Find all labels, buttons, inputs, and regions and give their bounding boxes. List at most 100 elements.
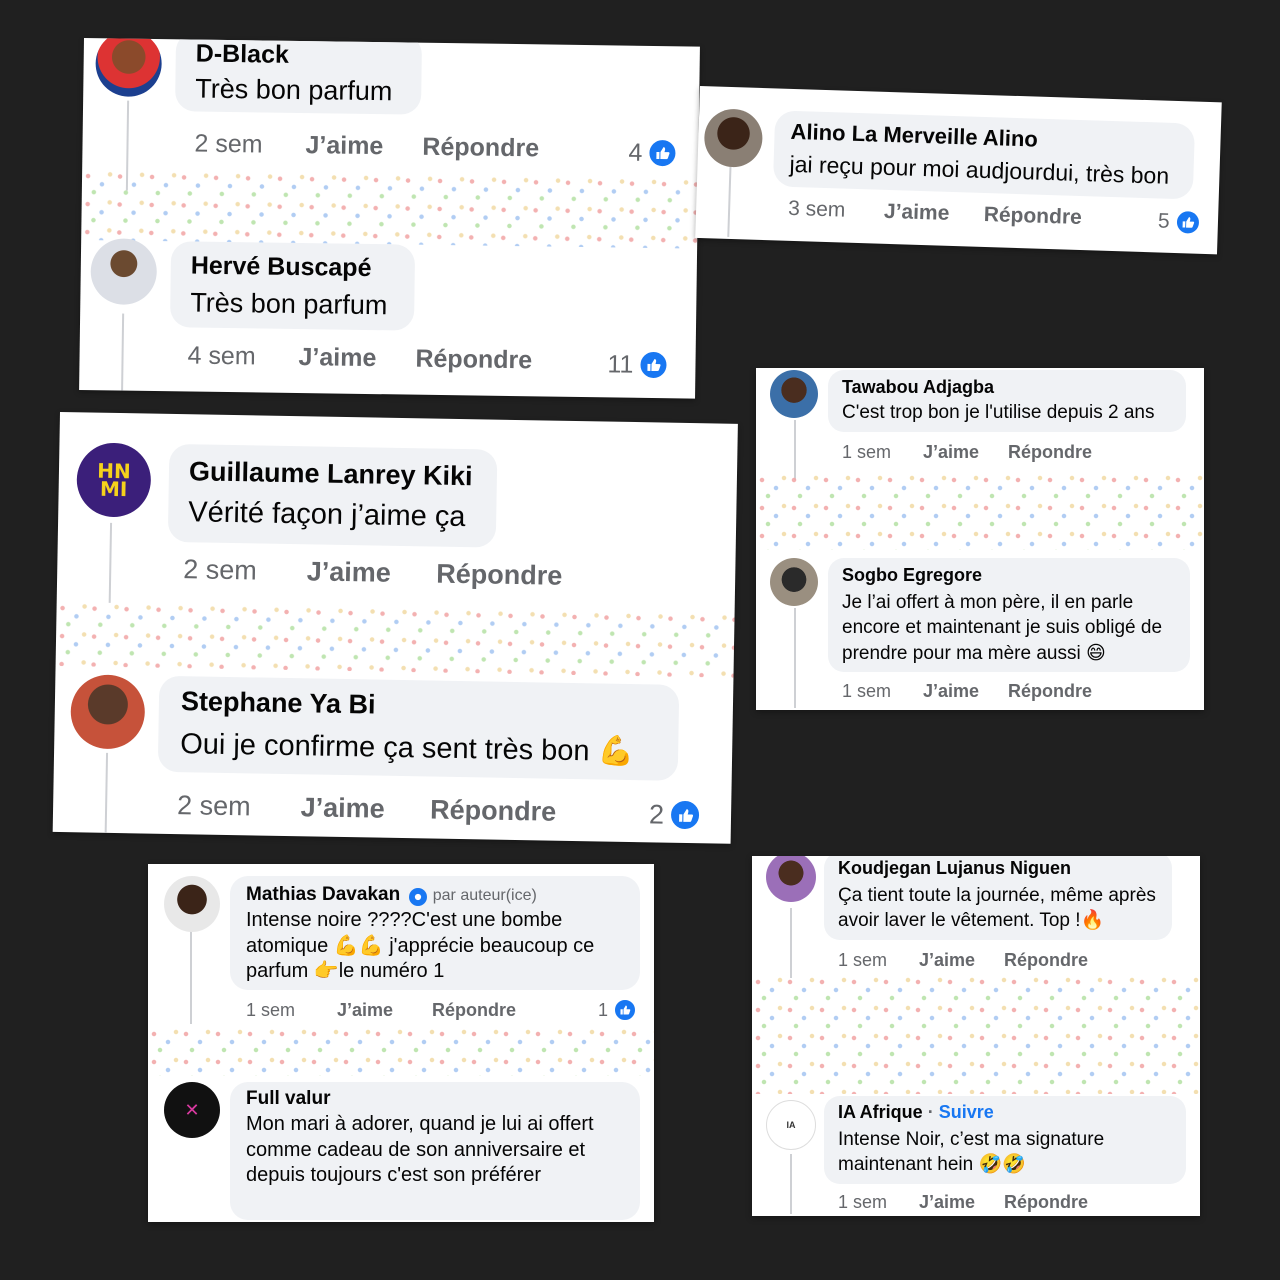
reply-button[interactable]: Répondre [422, 133, 539, 164]
comment-bubble: Tawabou Adjagba C'est trop bon je l'util… [828, 370, 1186, 432]
like-icon [1174, 208, 1202, 236]
like-icon [613, 998, 638, 1022]
comment-actions: 1 sem J’aime Répondre [246, 1000, 516, 1021]
comment-time[interactable]: 2 sem [194, 130, 298, 160]
comment-text: jai reçu pour moi audjourdui, très bon [789, 150, 1170, 189]
like-icon [638, 349, 669, 381]
pattern-separator [756, 474, 1204, 550]
like-button[interactable]: J’aime [300, 792, 423, 825]
comment-author[interactable]: Mathias Davakan [246, 884, 400, 905]
comment-time[interactable]: 3 sem [788, 197, 879, 224]
comment-author-row: IA Afrique · Suivre [838, 1102, 1172, 1123]
comment-card-4: Tawabou Adjagba C'est trop bon je l'util… [756, 368, 1204, 710]
like-count[interactable]: 4 [628, 137, 678, 169]
comment-text: Ça tient toute la journée, même après av… [838, 885, 1156, 932]
comment-bubble: Sogbo Egregore Je l’ai offert à mon père… [828, 558, 1190, 672]
comment-text: Intense noire ????C'est une bombe atomiq… [246, 909, 595, 983]
like-count-value: 5 [1157, 209, 1171, 233]
reply-button[interactable]: Répondre [1004, 950, 1088, 971]
avatar[interactable]: ✕ [164, 1082, 220, 1138]
like-button[interactable]: J’aime [919, 1192, 999, 1213]
comment-time[interactable]: 1 sem [838, 1192, 914, 1213]
comment-author[interactable]: Hervé Buscapé [191, 252, 395, 284]
comment-time[interactable]: 4 sem [187, 341, 291, 371]
like-button[interactable]: J’aime [923, 442, 1003, 463]
like-button[interactable]: J’aime [923, 681, 1003, 702]
like-count[interactable]: 1 [598, 998, 638, 1022]
comment-author[interactable]: Tawabou Adjagba [842, 377, 1172, 398]
comment-bubble: Guillaume Lanrey Kiki Vérité façon j’aim… [167, 443, 498, 548]
thread-line [108, 522, 113, 603]
avatar-logo-icon: HN MI [97, 458, 131, 502]
comment-card-3: HN MI Guillaume Lanrey Kiki Vérité façon … [52, 412, 738, 844]
comment-author[interactable]: Sogbo Egregore [842, 565, 1176, 586]
comment-text: Je l’ai offert à mon père, il en parle e… [842, 592, 1163, 664]
like-count[interactable]: 5 [1157, 208, 1202, 236]
avatar[interactable]: IA [766, 1100, 816, 1150]
comment-time[interactable]: 1 sem [842, 442, 918, 463]
comment-actions: 4 sem J’aime Répondre [187, 341, 532, 375]
comment-author[interactable]: Stephane Ya Bi [181, 686, 657, 725]
comment-bubble: Stephane Ya Bi Oui je confirme ça sent t… [157, 675, 680, 781]
pattern-separator [148, 1028, 654, 1076]
avatar[interactable]: HN MI [76, 442, 152, 518]
comment-actions: 1 sem J’aime Répondre [842, 442, 1092, 463]
avatar[interactable] [70, 674, 146, 750]
comment-card-6: Koudjegan Lujanus Niguen Ça tient toute … [752, 856, 1200, 1216]
comment-time[interactable]: 1 sem [842, 681, 918, 702]
like-button[interactable]: J’aime [884, 200, 979, 227]
comment-actions: 2 sem J’aime Répondre [177, 790, 557, 828]
avatar[interactable] [703, 108, 764, 168]
comment-guillaume: HN MI Guillaume Lanrey Kiki Vérité façon … [60, 412, 738, 591]
comment-actions: 1 sem J’aime Répondre [842, 681, 1092, 702]
avatar[interactable] [90, 238, 158, 306]
thread-line [794, 608, 796, 708]
comment-bubble: D-Black Très bon parfum [174, 38, 423, 115]
avatar[interactable] [95, 38, 163, 98]
comment-time[interactable]: 2 sem [177, 790, 294, 823]
thread-line [190, 928, 192, 1024]
comment-bubble: IA Afrique · Suivre Intense Noir, c’est … [824, 1096, 1186, 1184]
avatar[interactable] [770, 370, 818, 418]
comment-text: Mon mari à adorer, quand je lui ai offer… [246, 1113, 594, 1187]
avatar[interactable] [770, 558, 818, 606]
comment-text: Vérité façon j’aime ça [187, 496, 466, 534]
comment-author[interactable]: Full valur [246, 1088, 624, 1110]
comment-author[interactable]: Alino La Merveille Alino [790, 119, 1179, 157]
reply-button[interactable]: Répondre [1008, 442, 1092, 463]
like-button[interactable]: J’aime [919, 950, 999, 971]
like-count[interactable]: 2 [649, 798, 702, 832]
comment-time[interactable]: 1 sem [246, 1000, 332, 1021]
reply-button[interactable]: Répondre [415, 345, 532, 376]
like-button[interactable]: J’aime [306, 556, 429, 589]
follow-button[interactable]: Suivre [939, 1102, 994, 1122]
like-icon [647, 137, 678, 169]
comment-author[interactable]: Guillaume Lanrey Kiki [189, 456, 477, 492]
reply-button[interactable]: Répondre [432, 1000, 516, 1021]
reply-button[interactable]: Répondre [1004, 1192, 1088, 1213]
comment-actions: 1 sem J’aime Répondre [838, 1192, 1088, 1213]
business-logo-icon: ✕ [184, 1099, 200, 1120]
reply-button[interactable]: Répondre [436, 559, 563, 592]
like-count[interactable]: 11 [607, 349, 669, 381]
comment-actions: 3 sem J’aime Répondre [788, 197, 1082, 230]
comment-author[interactable]: Koudjegan Lujanus Niguen [838, 858, 1158, 879]
comment-time[interactable]: 2 sem [183, 554, 300, 587]
comment-actions: 2 sem J’aime Répondre [194, 130, 539, 164]
reply-button[interactable]: Répondre [983, 203, 1082, 230]
avatar[interactable] [766, 856, 816, 902]
like-count-value: 1 [598, 999, 609, 1020]
like-button[interactable]: J’aime [298, 343, 408, 374]
avatar[interactable] [164, 876, 220, 932]
comment-card-2: Alino La Merveille Alino jai reçu pour m… [695, 86, 1222, 255]
like-button[interactable]: J’aime [337, 1000, 427, 1021]
reply-button[interactable]: Répondre [1008, 681, 1092, 702]
thread-line [727, 166, 732, 237]
comment-time[interactable]: 1 sem [838, 950, 914, 971]
like-button[interactable]: J’aime [305, 131, 415, 162]
comment-author[interactable]: D-Black [196, 40, 402, 72]
comment-author[interactable]: IA Afrique [838, 1102, 923, 1122]
comment-actions: 2 sem J’aime Répondre [183, 554, 563, 592]
separator-dot: · [927, 1102, 939, 1122]
reply-button[interactable]: Répondre [430, 795, 557, 828]
